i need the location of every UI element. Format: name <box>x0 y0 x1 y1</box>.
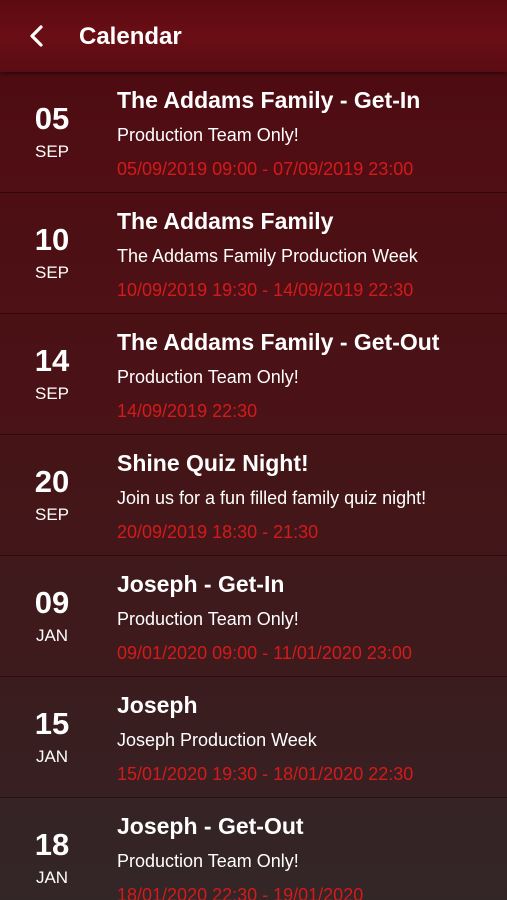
event-time: 14/09/2019 22:30 <box>117 401 258 421</box>
event-time: 05/09/2019 09:00 - 07/09/2019 23:00 <box>117 159 414 179</box>
event-day: 15 <box>34 706 70 741</box>
event-item[interactable]: 09 JAN Joseph - Get-In Production Team O… <box>0 556 507 677</box>
event-item[interactable]: 20 SEP Shine Quiz Night! Join us for a f… <box>0 435 507 556</box>
event-subtitle: Production Team Only! <box>117 851 299 871</box>
page-title: Calendar <box>79 23 182 50</box>
event-month: JAN <box>35 747 69 766</box>
event-date: 20 SEP <box>0 435 104 555</box>
app-header: Calendar <box>0 0 507 72</box>
event-title: Joseph - Get-Out <box>117 813 304 839</box>
event-time: 15/01/2020 19:30 - 18/01/2020 22:30 <box>117 764 414 784</box>
event-item[interactable]: 14 SEP The Addams Family - Get-Out Produ… <box>0 314 507 435</box>
event-list: 05 SEP The Addams Family - Get-In Produc… <box>0 72 507 900</box>
event-title: Joseph - Get-In <box>117 571 285 597</box>
event-item[interactable]: 05 SEP The Addams Family - Get-In Produc… <box>0 72 507 193</box>
event-month: SEP <box>34 505 70 524</box>
event-time: 10/09/2019 19:30 - 14/09/2019 22:30 <box>117 280 414 300</box>
event-time: 20/09/2019 18:30 - 21:30 <box>117 522 319 542</box>
event-subtitle: The Addams Family Production Week <box>117 246 418 266</box>
event-title: The Addams Family - Get-In <box>117 87 421 113</box>
event-date: 15 JAN <box>0 677 104 797</box>
event-date: 10 SEP <box>0 193 104 313</box>
event-day: 05 <box>34 101 70 136</box>
event-subtitle: Joseph Production Week <box>117 730 317 750</box>
event-day: 18 <box>34 827 70 862</box>
event-subtitle: Production Team Only! <box>117 125 299 145</box>
event-month: JAN <box>35 626 69 645</box>
event-title: Shine Quiz Night! <box>117 450 309 476</box>
event-date: 18 JAN <box>0 798 104 900</box>
event-month: SEP <box>34 263 70 282</box>
event-title: Joseph <box>117 692 198 718</box>
event-day: 14 <box>34 343 70 378</box>
event-time: 18/01/2020 22:30 - 19/01/2020 <box>117 885 364 900</box>
event-day: 10 <box>34 222 70 257</box>
event-subtitle: Production Team Only! <box>117 609 299 629</box>
event-date: 14 SEP <box>0 314 104 434</box>
event-day: 20 <box>34 464 70 499</box>
event-subtitle: Join us for a fun filled family quiz nig… <box>117 488 427 508</box>
event-day: 09 <box>34 585 70 620</box>
event-time: 09/01/2020 09:00 - 11/01/2020 23:00 <box>117 643 412 663</box>
calendar-screen: Calendar 05 SEP The Addams Family - Get-… <box>0 0 507 900</box>
event-month: SEP <box>34 142 70 161</box>
event-date: 05 SEP <box>0 72 104 192</box>
event-item[interactable]: 18 JAN Joseph - Get-Out Production Team … <box>0 798 507 900</box>
event-month: JAN <box>35 868 69 887</box>
event-title: The Addams Family - Get-Out <box>117 329 440 355</box>
event-subtitle: Production Team Only! <box>117 367 299 387</box>
back-button[interactable] <box>18 18 54 54</box>
event-item[interactable]: 15 JAN Joseph Joseph Production Week 15/… <box>0 677 507 798</box>
event-date: 09 JAN <box>0 556 104 676</box>
event-item[interactable]: 10 SEP The Addams Family The Addams Fami… <box>0 193 507 314</box>
chevron-left-icon <box>30 25 43 47</box>
event-title: The Addams Family <box>117 208 334 234</box>
event-month: SEP <box>34 384 70 403</box>
